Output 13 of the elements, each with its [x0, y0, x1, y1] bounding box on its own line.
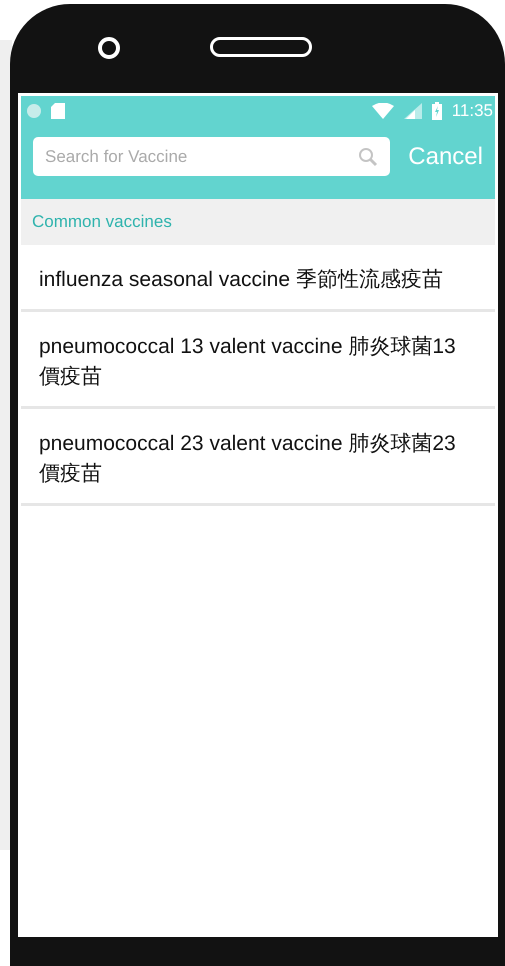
search-icon	[358, 147, 378, 167]
vaccine-list-item[interactable]: pneumococcal 23 valent vaccine 肺炎球菌23價疫苗	[21, 409, 495, 506]
battery-icon	[432, 102, 442, 120]
vaccine-list-item[interactable]: influenza seasonal vaccine 季節性流感疫苗	[21, 245, 495, 312]
search-field[interactable]: Search for Vaccine	[33, 137, 390, 176]
sd-card-icon	[51, 103, 65, 119]
vaccine-list-item[interactable]: pneumococcal 13 valent vaccine 肺炎球菌13價疫苗	[21, 312, 495, 409]
speaker-icon	[210, 37, 312, 57]
wifi-icon	[372, 103, 394, 119]
camera-icon	[98, 37, 120, 59]
section-title: Common vaccines	[32, 211, 172, 234]
status-time: 11:35	[452, 100, 493, 122]
signal-icon	[404, 103, 422, 119]
